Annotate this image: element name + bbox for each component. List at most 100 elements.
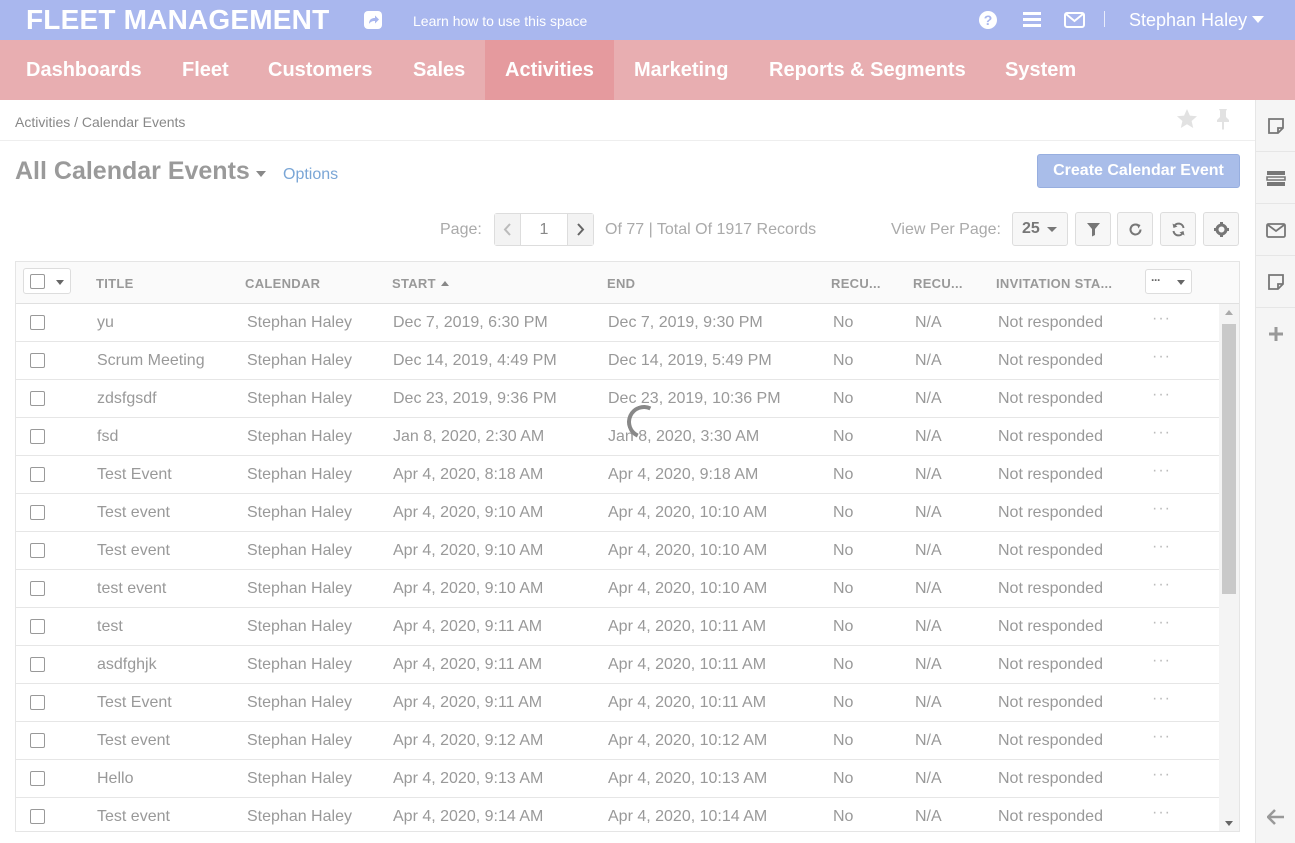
nav-system[interactable]: System	[985, 40, 1096, 100]
row-actions-icon[interactable]: ···	[1152, 652, 1171, 670]
cell-recurrence: N/A	[915, 466, 942, 483]
row-checkbox[interactable]	[30, 581, 45, 596]
row-actions-icon[interactable]: ···	[1152, 310, 1171, 328]
chevron-down-icon[interactable]	[1252, 16, 1264, 23]
reset-button[interactable]	[1117, 212, 1153, 246]
row-actions-icon[interactable]: ···	[1152, 690, 1171, 708]
column-header-title[interactable]: TITLE	[96, 276, 134, 291]
pin-icon[interactable]	[1213, 108, 1233, 130]
column-header-end[interactable]: END	[607, 276, 635, 291]
nav-activities[interactable]: Activities	[485, 40, 614, 100]
next-page-button[interactable]	[567, 214, 593, 245]
cell-invitation-status: Not responded	[998, 390, 1103, 407]
column-header-calendar[interactable]: CALENDAR	[245, 276, 320, 291]
help-icon[interactable]: ?	[979, 11, 997, 29]
arrow-left-icon[interactable]	[1267, 809, 1285, 825]
row-checkbox[interactable]	[30, 467, 45, 482]
table-row[interactable]: Test Event Stephan Haley Apr 4, 2020, 9:11…	[16, 684, 1219, 722]
envelope-icon[interactable]	[1064, 12, 1085, 28]
table-row[interactable]: Test event Stephan Haley Apr 4, 2020, 9:10…	[16, 494, 1219, 532]
column-header-invitation-status[interactable]: INVITATION STA...	[996, 276, 1112, 291]
table-row[interactable]: Scrum Meeting Stephan Haley Dec 14, 2019, …	[16, 342, 1219, 380]
row-actions-icon[interactable]: ···	[1152, 766, 1171, 784]
row-actions-icon[interactable]: ···	[1152, 348, 1171, 366]
prev-page-button[interactable]	[495, 214, 521, 245]
page-title[interactable]: All Calendar Events	[15, 157, 250, 186]
column-manager-dropdown[interactable]: ···	[1145, 269, 1192, 294]
nav-reports-segments[interactable]: Reports & Segments	[749, 40, 986, 100]
row-checkbox[interactable]	[30, 543, 45, 558]
row-actions-icon[interactable]: ···	[1152, 576, 1171, 594]
breadcrumb[interactable]: Activities / Calendar Events	[15, 114, 185, 130]
table-row[interactable]: yu Stephan Haley Dec 7, 2019, 6:30 PM Dec 7…	[16, 304, 1219, 342]
row-checkbox[interactable]	[30, 505, 45, 520]
nav-fleet[interactable]: Fleet	[162, 40, 249, 100]
table-row[interactable]: test event Stephan Haley Apr 4, 2020, 9:10…	[16, 570, 1219, 608]
nav-marketing[interactable]: Marketing	[614, 40, 748, 100]
row-checkbox[interactable]	[30, 695, 45, 710]
chevron-down-icon[interactable]	[256, 171, 266, 177]
row-checkbox[interactable]	[30, 391, 45, 406]
sidebar-note-button[interactable]	[1256, 256, 1295, 308]
table-row[interactable]: Hello Stephan Haley Apr 4, 2020, 9:13 AM Ap…	[16, 760, 1219, 798]
column-header-start[interactable]: START	[392, 276, 449, 291]
nav-customers[interactable]: Customers	[248, 40, 392, 100]
row-actions-icon[interactable]: ···	[1152, 424, 1171, 442]
create-calendar-event-button[interactable]: Create Calendar Event	[1037, 154, 1240, 188]
nav-dashboards[interactable]: Dashboards	[6, 40, 162, 100]
refresh-button[interactable]	[1160, 212, 1196, 246]
grid-scrollbar[interactable]	[1219, 304, 1239, 831]
column-header-recurring[interactable]: RECU...	[831, 276, 881, 291]
user-menu[interactable]: Stephan Haley	[1129, 10, 1247, 31]
sidebar-add-button[interactable]	[1256, 308, 1295, 360]
star-icon[interactable]	[1176, 108, 1198, 130]
table-row[interactable]: Test Event Stephan Haley Apr 4, 2020, 8:18…	[16, 456, 1219, 494]
cell-title: zdsfgsdf	[97, 390, 157, 407]
row-actions-icon[interactable]: ···	[1152, 538, 1171, 556]
row-checkbox[interactable]	[30, 809, 45, 824]
row-checkbox[interactable]	[30, 429, 45, 444]
scroll-down-arrow[interactable]	[1225, 821, 1233, 826]
scroll-up-arrow[interactable]	[1225, 310, 1233, 315]
row-checkbox[interactable]	[30, 315, 45, 330]
row-checkbox[interactable]	[30, 733, 45, 748]
select-all-checkbox[interactable]	[30, 274, 45, 289]
table-row[interactable]: asdfghjk Stephan Haley Apr 4, 2020, 9:11 A…	[16, 646, 1219, 684]
mass-select-dropdown[interactable]	[23, 268, 71, 294]
table-row[interactable]: zdsfgsdf Stephan Haley Dec 23, 2019, 9:36 …	[16, 380, 1219, 418]
page-number-input[interactable]	[521, 214, 567, 245]
sidebar-email-button[interactable]	[1256, 204, 1295, 256]
table-row[interactable]: fsd Stephan Haley Jan 8, 2020, 2:30 AM Jan …	[16, 418, 1219, 456]
scrollbar-thumb[interactable]	[1222, 324, 1236, 594]
options-link[interactable]: Options	[283, 166, 338, 184]
table-row[interactable]: Test event Stephan Haley Apr 4, 2020, 9:14…	[16, 798, 1219, 831]
more-icon: ···	[1151, 273, 1161, 287]
row-actions-icon[interactable]: ···	[1152, 462, 1171, 480]
table-row[interactable]: Test event Stephan Haley Apr 4, 2020, 9:10…	[16, 532, 1219, 570]
hamburger-menu-icon[interactable]	[1023, 12, 1041, 27]
row-actions-icon[interactable]: ···	[1152, 614, 1171, 632]
table-row[interactable]: Test event Stephan Haley Apr 4, 2020, 9:12…	[16, 722, 1219, 760]
per-page-select[interactable]: 25	[1012, 212, 1068, 246]
table-row[interactable]: test Stephan Haley Apr 4, 2020, 9:11 AM Apr…	[16, 608, 1219, 646]
row-checkbox[interactable]	[30, 657, 45, 672]
row-actions-icon[interactable]: ···	[1152, 728, 1171, 746]
cell-recurrence: N/A	[915, 808, 942, 825]
filter-button[interactable]	[1075, 212, 1111, 246]
app-brand[interactable]: FLEET MANAGEMENT	[26, 4, 329, 36]
row-checkbox[interactable]	[30, 771, 45, 786]
sidebar-tasks-button[interactable]	[1256, 152, 1295, 204]
share-icon[interactable]	[364, 11, 382, 29]
learn-link[interactable]: Learn how to use this space	[413, 13, 587, 29]
grid-settings-button[interactable]	[1203, 212, 1239, 246]
sidebar-sticky-note-button[interactable]	[1256, 100, 1295, 152]
column-header-recurrence[interactable]: RECU...	[913, 276, 963, 291]
row-checkbox[interactable]	[30, 619, 45, 634]
row-actions-icon[interactable]: ···	[1152, 500, 1171, 518]
row-checkbox[interactable]	[30, 353, 45, 368]
row-actions-icon[interactable]: ···	[1152, 386, 1171, 404]
nav-sales[interactable]: Sales	[393, 40, 485, 100]
cell-invitation-status: Not responded	[998, 656, 1103, 673]
chevron-down-icon[interactable]	[56, 280, 64, 285]
row-actions-icon[interactable]: ···	[1152, 804, 1171, 822]
